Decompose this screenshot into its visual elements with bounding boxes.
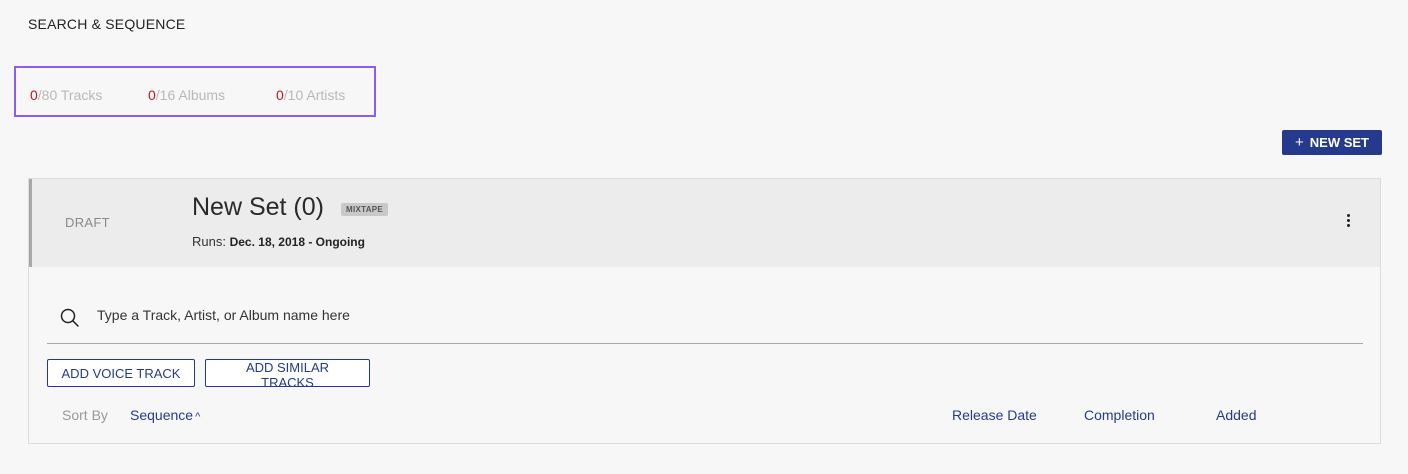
new-set-button[interactable]: + NEW SET — [1282, 130, 1382, 155]
search-input[interactable] — [95, 303, 1299, 327]
chevron-up-icon: ^ — [195, 411, 201, 423]
set-runs: Runs: Dec. 18, 2018 - Ongoing — [192, 234, 365, 249]
set-header: DRAFT New Set (0) MIXTAPE Runs: Dec. 18,… — [29, 179, 1380, 267]
runs-value: Dec. 18, 2018 - Ongoing — [229, 235, 365, 249]
search-bar — [47, 297, 1363, 344]
add-voice-track-button[interactable]: ADD VOICE TRACK — [47, 359, 195, 387]
sort-completion[interactable]: Completion — [1084, 407, 1155, 423]
add-similar-tracks-button[interactable]: ADD SIMILAR TRACKS — [205, 359, 370, 390]
sort-sequence[interactable]: Sequence ^ — [130, 407, 200, 423]
albums-total: /16 Albums — [155, 87, 226, 103]
artists-stat: 0/10 Artists — [276, 87, 345, 103]
search-icon — [60, 308, 79, 327]
plus-icon: + — [1295, 134, 1304, 151]
tracks-count: 0 — [30, 87, 38, 103]
set-status: DRAFT — [65, 215, 110, 230]
artists-count: 0 — [276, 87, 284, 103]
albums-count: 0 — [148, 87, 156, 103]
sort-added[interactable]: Added — [1216, 407, 1256, 423]
tracks-total: /80 Tracks — [37, 87, 103, 103]
set-title[interactable]: New Set (0) — [192, 193, 324, 222]
sort-sequence-label: Sequence — [130, 407, 194, 423]
stats-summary: 0/80 Tracks 0/16 Albums 0/10 Artists — [14, 66, 376, 117]
tracks-stat: 0/80 Tracks — [30, 87, 102, 103]
sort-release-date[interactable]: Release Date — [952, 407, 1037, 423]
sort-by-label: Sort By — [62, 407, 108, 423]
page-title: SEARCH & SEQUENCE — [28, 16, 186, 32]
new-set-label: NEW SET — [1309, 135, 1369, 150]
artists-total: /10 Artists — [283, 87, 346, 103]
set-type-badge: MIXTAPE — [341, 203, 389, 216]
more-vertical-icon[interactable] — [1340, 209, 1356, 231]
runs-label: Runs: — [192, 234, 226, 249]
albums-stat: 0/16 Albums — [148, 87, 225, 103]
set-card: DRAFT New Set (0) MIXTAPE Runs: Dec. 18,… — [28, 178, 1381, 444]
